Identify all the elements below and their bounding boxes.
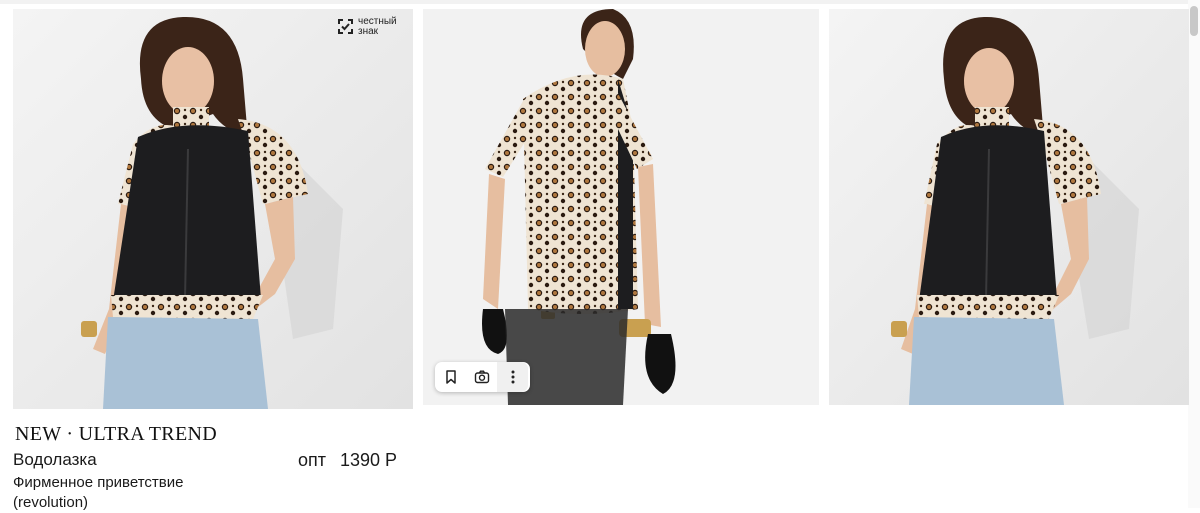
product-photo-front-2[interactable] <box>829 9 1189 405</box>
product-photo-front[interactable] <box>13 9 413 409</box>
honest-sign-badge: честный знак <box>337 17 408 37</box>
product-photo-back[interactable] <box>423 9 819 405</box>
model-illustration-front-2 <box>829 9 1189 405</box>
product-name[interactable]: Водолазка <box>13 450 97 470</box>
product-description: Фирменное приветствие (revolution) <box>13 474 184 511</box>
photo-toolbar <box>435 362 530 392</box>
more-vertical-icon <box>511 370 514 384</box>
camera-icon <box>474 370 489 384</box>
more-options-button[interactable] <box>497 362 528 392</box>
model-illustration-back <box>423 9 819 405</box>
honest-sign-text: честный знак <box>358 16 397 37</box>
screenshot-button[interactable] <box>466 362 497 392</box>
product-price: 1390 Р <box>340 450 398 470</box>
product-price-block: опт 1390 Р <box>298 450 397 471</box>
bookmark-button[interactable] <box>435 362 466 392</box>
price-type-label: опт <box>298 450 327 470</box>
honest-sign-icon <box>338 19 353 34</box>
bookmark-icon <box>445 370 456 384</box>
scrollbar[interactable] <box>1188 0 1200 508</box>
top-divider <box>0 0 1188 4</box>
product-brand[interactable]: NEW · ULTRA TREND <box>15 423 217 446</box>
model-illustration-front <box>13 9 413 409</box>
scrollbar-thumb[interactable] <box>1190 6 1198 36</box>
